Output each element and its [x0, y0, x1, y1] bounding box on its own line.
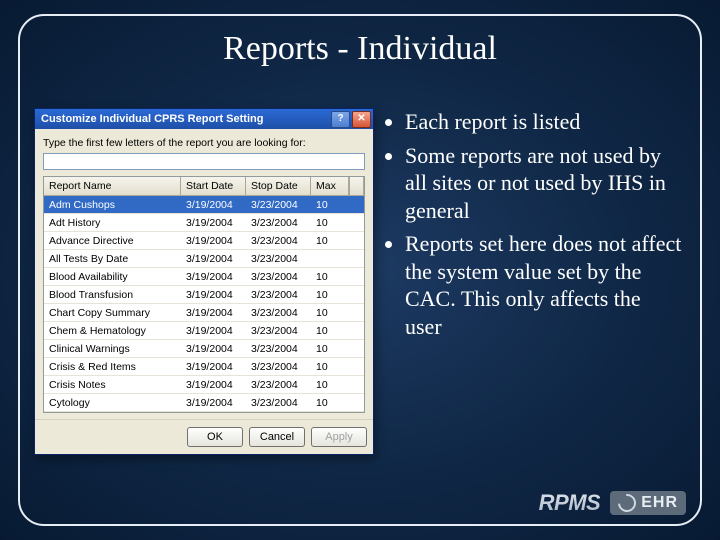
- cell-max: 10: [311, 379, 349, 391]
- cell-stop: 3/23/2004: [246, 307, 311, 319]
- cell-name: Clinical Warnings: [44, 343, 181, 355]
- cell-start: 3/19/2004: [181, 253, 246, 265]
- cell-name: Advance Directive: [44, 235, 181, 247]
- cell-start: 3/19/2004: [181, 217, 246, 229]
- table-row[interactable]: Chart Copy Summary3/19/20043/23/200410: [44, 304, 364, 322]
- ehr-swirl-icon: [615, 490, 640, 515]
- cell-max: 10: [311, 397, 349, 409]
- cell-start: 3/19/2004: [181, 271, 246, 283]
- cell-stop: 3/23/2004: [246, 325, 311, 337]
- cell-start: 3/19/2004: [181, 397, 246, 409]
- cell-stop: 3/23/2004: [246, 361, 311, 373]
- cell-name: All Tests By Date: [44, 253, 181, 265]
- cell-max: 10: [311, 271, 349, 283]
- cell-name: Blood Transfusion: [44, 289, 181, 301]
- table-row[interactable]: Clinical Warnings3/19/20043/23/200410: [44, 340, 364, 358]
- help-button[interactable]: ?: [331, 111, 350, 128]
- cell-name: Chart Copy Summary: [44, 307, 181, 319]
- cell-max: 10: [311, 217, 349, 229]
- cell-name: Crisis Notes: [44, 379, 181, 391]
- rpms-logo: RPMS: [539, 490, 601, 516]
- cell-start: 3/19/2004: [181, 361, 246, 373]
- cell-start: 3/19/2004: [181, 199, 246, 211]
- table-row[interactable]: Adm Cushops3/19/20043/23/200410: [44, 196, 364, 214]
- ok-button[interactable]: OK: [187, 427, 243, 447]
- col-start-date[interactable]: Start Date: [181, 177, 246, 196]
- table-row[interactable]: Adt History3/19/20043/23/200410: [44, 214, 364, 232]
- table-row[interactable]: Blood Transfusion3/19/20043/23/200410: [44, 286, 364, 304]
- bullet-item: Reports set here does not affect the sys…: [405, 230, 682, 340]
- bullet-item: Each report is listed: [405, 108, 682, 136]
- cell-stop: 3/23/2004: [246, 343, 311, 355]
- cell-start: 3/19/2004: [181, 307, 246, 319]
- cell-max: 10: [311, 307, 349, 319]
- scrollbar-head: [349, 177, 364, 196]
- close-button[interactable]: ✕: [352, 111, 371, 128]
- cell-name: Cytology: [44, 397, 181, 409]
- apply-button[interactable]: Apply: [311, 427, 367, 447]
- col-max[interactable]: Max: [311, 177, 349, 196]
- table-row[interactable]: All Tests By Date3/19/20043/23/2004: [44, 250, 364, 268]
- search-input[interactable]: [43, 153, 365, 170]
- col-stop-date[interactable]: Stop Date: [246, 177, 311, 196]
- cell-max: 10: [311, 289, 349, 301]
- cell-max: 10: [311, 199, 349, 211]
- cell-stop: 3/23/2004: [246, 235, 311, 247]
- cell-start: 3/19/2004: [181, 325, 246, 337]
- search-prompt: Type the first few letters of the report…: [43, 137, 365, 149]
- cell-name: Blood Availability: [44, 271, 181, 283]
- cell-stop: 3/23/2004: [246, 217, 311, 229]
- customize-report-dialog: Customize Individual CPRS Report Setting…: [34, 108, 374, 455]
- cell-start: 3/19/2004: [181, 235, 246, 247]
- cell-stop: 3/23/2004: [246, 271, 311, 283]
- cell-max: 10: [311, 343, 349, 355]
- cell-max: 10: [311, 361, 349, 373]
- col-report-name[interactable]: Report Name: [44, 177, 181, 196]
- cell-max: 10: [311, 325, 349, 337]
- dialog-titlebar[interactable]: Customize Individual CPRS Report Setting…: [35, 109, 373, 129]
- table-row[interactable]: Crisis & Red Items3/19/20043/23/200410: [44, 358, 364, 376]
- cell-stop: 3/23/2004: [246, 199, 311, 211]
- ehr-logo: EHR: [610, 491, 686, 515]
- cell-start: 3/19/2004: [181, 379, 246, 391]
- table-row[interactable]: Advance Directive3/19/20043/23/200410: [44, 232, 364, 250]
- cell-name: Adm Cushops: [44, 199, 181, 211]
- footer-logos: RPMS EHR: [539, 490, 686, 516]
- table-row[interactable]: Chem & Hematology3/19/20043/23/200410: [44, 322, 364, 340]
- grid-header-row: Report Name Start Date Stop Date Max: [44, 177, 364, 196]
- table-row[interactable]: Cytology3/19/20043/23/200410: [44, 394, 364, 412]
- cell-stop: 3/23/2004: [246, 379, 311, 391]
- cell-stop: 3/23/2004: [246, 289, 311, 301]
- cell-stop: 3/23/2004: [246, 253, 311, 265]
- slide-title: Reports - Individual: [0, 30, 720, 68]
- table-row[interactable]: Crisis Notes3/19/20043/23/200410: [44, 376, 364, 394]
- cell-start: 3/19/2004: [181, 343, 246, 355]
- cell-stop: 3/23/2004: [246, 397, 311, 409]
- cell-name: Chem & Hematology: [44, 325, 181, 337]
- close-icon: ✕: [357, 114, 365, 124]
- cell-max: 10: [311, 235, 349, 247]
- cell-name: Adt History: [44, 217, 181, 229]
- cell-start: 3/19/2004: [181, 289, 246, 301]
- slide-bullets: Each report is listed Some reports are no…: [385, 108, 682, 346]
- cell-name: Crisis & Red Items: [44, 361, 181, 373]
- bullet-item: Some reports are not used by all sites o…: [405, 142, 682, 225]
- reports-grid: Report Name Start Date Stop Date Max Adm…: [43, 176, 365, 413]
- help-icon: ?: [337, 114, 343, 124]
- dialog-caption: Customize Individual CPRS Report Setting: [41, 113, 331, 125]
- table-row[interactable]: Blood Availability3/19/20043/23/200410: [44, 268, 364, 286]
- cancel-button[interactable]: Cancel: [249, 427, 305, 447]
- ehr-text: EHR: [641, 494, 678, 512]
